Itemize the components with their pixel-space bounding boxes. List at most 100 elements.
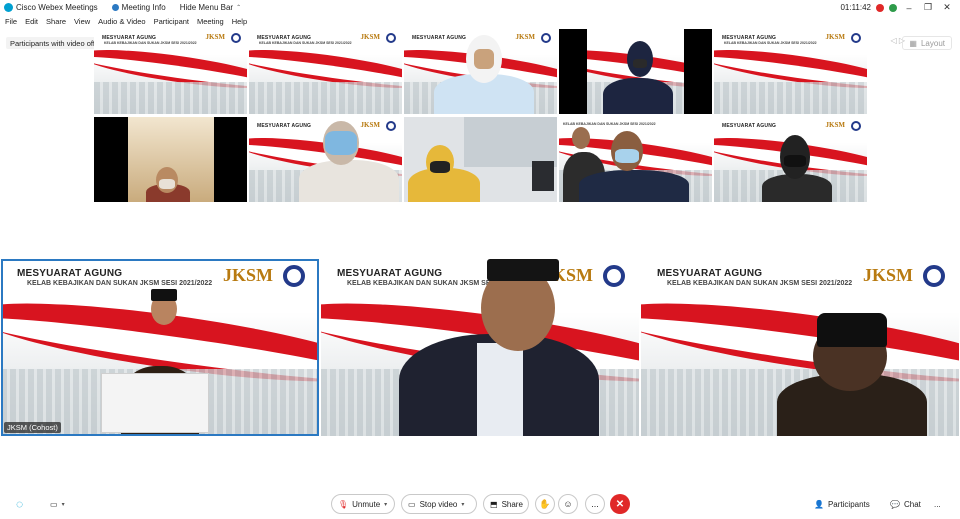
slide-subtitle: KELAB KEBAJIKAN DAN SUKAN JKSM SESI 2021… [259, 41, 352, 45]
stop-video-button[interactable]: ▭ Stop video ▾ [401, 494, 477, 514]
face-mask [430, 161, 450, 173]
participant-tile[interactable]: MESYUARAT AGUNG KELAB KEBAJIKAN DAN SUKA… [249, 29, 402, 114]
club-badge-icon [851, 33, 861, 43]
participant-video [299, 160, 399, 202]
more-panels-button[interactable]: ... [934, 494, 941, 514]
hide-menu-bar-button[interactable]: Hide Menu Bar ⌃ [180, 3, 241, 12]
menu-share[interactable]: Share [46, 17, 66, 26]
meeting-info-label: Meeting Info [121, 3, 166, 12]
share-label: Share [501, 499, 523, 509]
participant-tile[interactable]: MESYUARAT AGUNG KELAB KEBAJIKAN DAN SUKA… [714, 29, 867, 114]
menu-participant[interactable]: Participant [154, 17, 189, 26]
menu-help[interactable]: Help [232, 17, 247, 26]
menu-bar: File Edit Share View Audio & Video Parti… [0, 15, 960, 28]
club-badge-icon [923, 265, 945, 287]
captions-icon: ▭ [50, 499, 58, 509]
share-screen-icon: ⬒ [490, 499, 498, 509]
participant-video-2 [579, 170, 689, 202]
participant-tile[interactable]: MESYUARAT AGUNG JKSM [404, 29, 557, 114]
more-options-button[interactable]: ... [585, 494, 605, 514]
raise-hand-button[interactable]: ✋ [535, 494, 555, 514]
menu-meeting[interactable]: Meeting [197, 17, 224, 26]
face-mask [325, 131, 357, 155]
slide-title: MESYUARAT AGUNG [17, 268, 123, 279]
chevron-down-icon: ▾ [61, 501, 65, 508]
layout-label: Layout [920, 38, 945, 48]
participant-tile[interactable]: MESYUARAT AGUNG KELAB KEBAJIKAN DAN SUKA… [94, 29, 247, 114]
club-badge-icon [386, 121, 396, 131]
slide-title: MESYUARAT AGUNG [412, 35, 467, 41]
club-badge-icon [603, 265, 625, 287]
close-icon[interactable]: ✕ [940, 2, 954, 13]
unmute-button[interactable]: 🎙 Unmute ▾ [331, 494, 395, 514]
stage-video[interactable]: MESYUARAT AGUNG KELAB KEBAJIKAN DAN SUKA… [641, 259, 959, 436]
club-badge-icon [851, 121, 861, 131]
assistant-icon: ◌ [16, 497, 24, 511]
chevron-down-icon: ▾ [384, 501, 388, 508]
participant-tile[interactable]: MESYUARAT AGUNG JKSM [249, 117, 402, 202]
leave-meeting-button[interactable]: ✕ [610, 494, 630, 514]
minimize-icon[interactable]: – [902, 3, 916, 13]
stop-video-label: Stop video [419, 499, 458, 509]
club-badge-icon [231, 33, 241, 43]
share-button[interactable]: ⬒ Share [483, 494, 529, 514]
meeting-timer: 01:11:42 [840, 3, 871, 12]
hide-menu-label: Hide Menu Bar [179, 3, 234, 12]
office-monitor [532, 161, 554, 191]
menu-audio-video[interactable]: Audio & Video [98, 17, 145, 26]
menu-view[interactable]: View [74, 17, 90, 26]
office-window [464, 117, 557, 167]
close-icon: ✕ [615, 498, 625, 510]
club-badge-icon [386, 33, 396, 43]
face-mask [633, 59, 647, 68]
recording-icon [876, 3, 884, 12]
participants-icon: 👤 [814, 499, 824, 509]
title-bar: Cisco Webex Meetings Meeting Info Hide M… [0, 0, 960, 15]
club-badge-icon [541, 33, 551, 43]
layout-button[interactable]: ▦ Layout [902, 36, 952, 50]
chevron-down-icon: ▾ [461, 501, 465, 508]
webex-logo-icon [4, 3, 13, 12]
slide-subtitle: KELAB KEBAJIKAN DAN SUKAN JKSM SESI 2021… [563, 122, 656, 126]
webex-assistant-button[interactable]: ◌ [16, 494, 23, 514]
participant-face [474, 49, 494, 69]
jksm-logo: JKSM [825, 33, 845, 41]
chat-bubble-icon: 💬 [890, 499, 900, 509]
restore-icon[interactable]: ❐ [921, 2, 935, 13]
app-title: Cisco Webex Meetings [4, 3, 98, 12]
slide-subtitle: KELAB KEBAJIKAN DAN SUKAN JKSM SESI 2021… [27, 280, 213, 287]
reactions-button[interactable]: ☺ [558, 494, 578, 514]
more-label: ... [591, 499, 599, 509]
participant-video [603, 78, 673, 114]
layout-grid-icon: ▦ [909, 38, 917, 48]
stage-video-active-speaker[interactable]: MESYUARAT AGUNG KELAB KEBAJIKAN DAN SUKA… [1, 259, 319, 436]
face-mask [615, 149, 639, 163]
smiley-icon: ☺ [563, 499, 573, 509]
jksm-logo: JKSM [825, 121, 845, 129]
jksm-logo: JKSM [515, 33, 535, 41]
more-panels-label: ... [934, 499, 941, 509]
slide-title: MESYUARAT AGUNG [337, 268, 443, 279]
participant-head [572, 127, 590, 149]
menu-edit[interactable]: Edit [25, 17, 38, 26]
participant-tile[interactable]: KELAB KEBAJIKAN DAN SUKAN JKSM SESI 2021… [559, 117, 712, 202]
participant-tile[interactable] [404, 117, 557, 202]
info-icon [111, 4, 119, 11]
participant-tile[interactable]: MESYUARAT AGUNG JKSM [714, 117, 867, 202]
chat-panel-button[interactable]: 💬 Chat [890, 494, 921, 514]
chat-label: Chat [903, 499, 921, 509]
jksm-logo: JKSM [360, 121, 380, 129]
jksm-logo: JKSM [222, 265, 273, 285]
slide-title: MESYUARAT AGUNG [722, 123, 777, 129]
face-mask [159, 179, 175, 189]
participant-tile[interactable] [94, 117, 247, 202]
captions-button[interactable]: ▭ ▾ [50, 494, 65, 514]
participants-panel-button[interactable]: 👤 Participants [814, 494, 870, 514]
stage-video[interactable]: MESYUARAT AGUNG KELAB KEBAJIKAN DAN SUKA… [321, 259, 639, 436]
letterbox-right [684, 29, 712, 114]
menu-file[interactable]: File [5, 17, 17, 26]
jksm-logo: JKSM [360, 33, 380, 41]
participant-tile[interactable] [559, 29, 712, 114]
meeting-info-button[interactable]: Meeting Info [111, 3, 166, 12]
songkok-hat [487, 259, 559, 281]
